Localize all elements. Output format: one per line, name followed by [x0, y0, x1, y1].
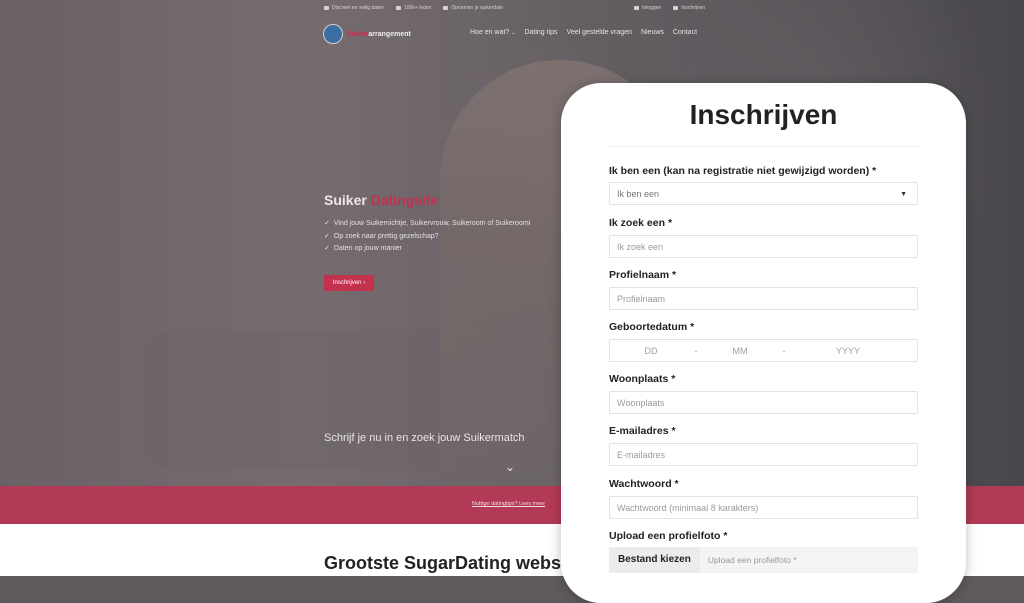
seeking-label: Ik zoek een * — [609, 217, 673, 229]
main-nav: Suikerarrangement Hoe en wat? ⌄ Dating t… — [0, 20, 1024, 46]
list-item: ✓ Op zoek naar prettig gezelschap? — [324, 232, 439, 240]
chevron-down-icon: ⌄ — [511, 30, 516, 36]
birthdate-day-input[interactable]: DD — [610, 340, 692, 361]
users-icon — [395, 5, 401, 10]
hero-subtitle: Schrijf je nu in en zoek jouw Suikermatc… — [324, 432, 525, 444]
gender-label: Ik ben een (kan na registratie niet gewi… — [609, 165, 877, 177]
nav-item-news[interactable]: Nieuws — [641, 29, 664, 36]
nav-item-contact[interactable]: Contact — [673, 29, 697, 36]
date-separator: - — [782, 346, 786, 356]
photo-upload-field: Bestand kiezen Upload een profielfoto * — [609, 547, 918, 573]
user-plus-icon — [673, 5, 679, 10]
logo-icon — [323, 24, 343, 44]
nav-item-how[interactable]: Hoe en wat? ⌄ — [470, 29, 515, 36]
shield-icon — [324, 5, 329, 10]
seeking-input[interactable]: Ik zoek een — [609, 235, 918, 258]
list-item: ✓ Daten op jouw manier — [324, 245, 402, 252]
list-item: ✓ Vind jouw Suikernichtje, Suikervrouw, S… — [324, 220, 531, 227]
login-icon — [634, 5, 639, 10]
section-title: Grootste SugarDating website — [324, 553, 583, 573]
site-logo[interactable]: Suikerarrangement — [323, 24, 411, 44]
tips-link[interactable]: Nuttige datingtips? Lees meer — [472, 501, 545, 507]
password-input[interactable]: Wachtwoord (minimaal 8 karakters) — [609, 496, 918, 519]
signup-card: Inschrijven Ik ben een (kan na registrat… — [561, 83, 966, 603]
email-input[interactable]: E-mailadres — [609, 443, 918, 466]
email-label: E-mailadres * — [609, 425, 676, 437]
gender-select[interactable]: Ik ben een ▼ — [609, 182, 918, 205]
topbar-item: Discreet en veilig daten — [324, 5, 384, 11]
profilename-label: Profielnaam * — [609, 269, 677, 281]
heart-icon — [443, 5, 449, 10]
logo-text: Suikerarrangement — [347, 30, 411, 38]
choose-file-button[interactable]: Bestand kiezen — [609, 547, 700, 573]
hero-bullets: ✓ Vind jouw Suikernichtje, Suikervrouw, S… — [324, 218, 530, 256]
city-label: Woonplaats * — [609, 373, 676, 385]
password-label: Wachtwoord * — [609, 478, 679, 490]
photo-upload-placeholder: Upload een profielfoto * — [707, 555, 797, 565]
login-link[interactable]: Inloggen — [634, 5, 661, 11]
topbar-item: 100k+ leden — [395, 5, 431, 11]
form-title: Inschrijven — [689, 99, 838, 130]
divider — [609, 146, 919, 147]
chevron-down-icon[interactable]: ⌄ — [505, 460, 515, 474]
city-input[interactable]: Woonplaats — [609, 391, 918, 414]
birthdate-month-input[interactable]: MM — [700, 340, 780, 361]
top-bar: Discreet en veilig daten 100k+ leden Opn… — [0, 0, 1024, 16]
check-icon: ✓ — [324, 220, 330, 227]
birthdate-label: Geboortedatum * — [609, 321, 695, 333]
date-separator: - — [694, 346, 698, 356]
profilename-input[interactable]: Profielnaam — [609, 287, 918, 310]
birthdate-year-input[interactable]: YYYY — [788, 340, 908, 361]
nav-item-faq[interactable]: Veel gestelde vragen — [567, 29, 632, 36]
signup-link[interactable]: Inschrijven — [673, 5, 705, 11]
birthdate-field: DD - MM - YYYY — [609, 339, 918, 362]
hero-title: Suiker Datingsite — [324, 192, 439, 208]
check-icon: ✓ — [324, 232, 330, 240]
caret-down-icon: ▼ — [900, 191, 907, 198]
hero-signup-button[interactable]: Inschrijven › — [324, 275, 374, 291]
gender-select-value: Ik ben een — [617, 189, 660, 199]
nav-item-tips[interactable]: Dating tips — [524, 29, 557, 36]
check-icon: ✓ — [324, 245, 330, 252]
chevron-right-icon: › — [363, 280, 366, 286]
topbar-item: Opnemen je suikerdate — [443, 5, 503, 11]
photo-label: Upload een profielfoto * — [609, 530, 728, 542]
